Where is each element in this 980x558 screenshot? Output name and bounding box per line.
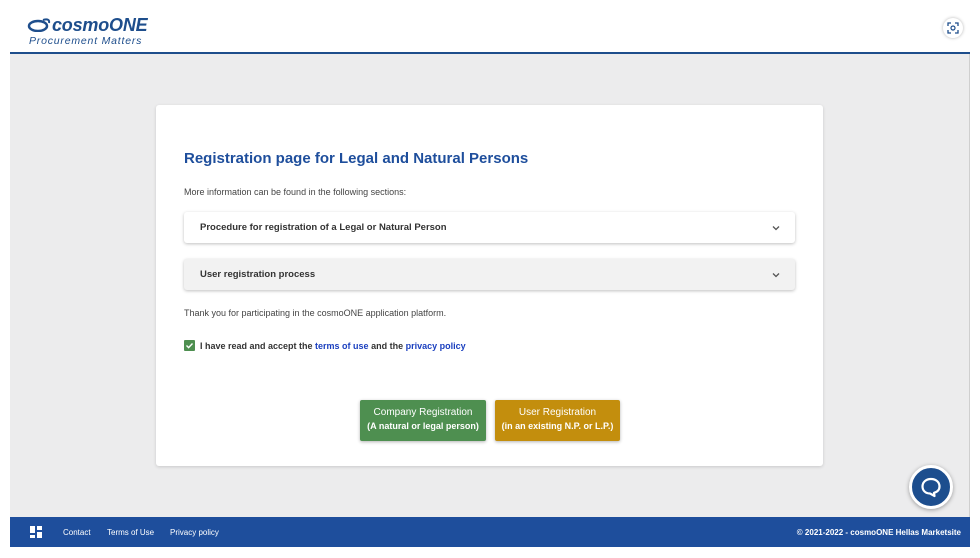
header: cosmoONE Procurement Matters xyxy=(10,9,970,54)
registration-card: Registration page for Legal and Natural … xyxy=(156,105,823,466)
footer-terms-link[interactable]: Terms of Use xyxy=(107,528,154,537)
thanks-text: Thank you for participating in the cosmo… xyxy=(184,308,447,318)
chat-button[interactable] xyxy=(909,465,953,509)
page-title: Registration page for Legal and Natural … xyxy=(184,150,529,167)
user-registration-button[interactable]: User Registration (in an existing N.P. o… xyxy=(495,400,620,441)
grid-icon[interactable] xyxy=(30,526,42,538)
terms-checkbox[interactable] xyxy=(184,340,195,351)
copyright-text: © 2021-2022 - cosmoONE Hellas Marketsite xyxy=(796,528,961,537)
chevron-down-icon xyxy=(772,273,780,278)
accordion-legal-natural-procedure[interactable]: Procedure for registration of a Legal or… xyxy=(184,212,795,243)
button-sublabel: (in an existing N.P. or L.P.) xyxy=(501,421,614,431)
footer: Contact Terms of Use Privacy policy © 20… xyxy=(10,517,970,547)
consent-text-middle: and the xyxy=(368,341,406,351)
button-label: User Registration xyxy=(518,407,597,418)
terms-of-use-link[interactable]: terms of use xyxy=(315,341,369,351)
company-registration-button[interactable]: Company Registration (A natural or legal… xyxy=(360,400,486,441)
button-sublabel: (A natural or legal person) xyxy=(367,421,479,431)
checkmark-icon xyxy=(186,343,194,349)
logo-tagline: Procurement Matters xyxy=(29,35,143,47)
chat-bubble-icon xyxy=(921,477,941,498)
cosmoone-logo[interactable]: cosmoONE Procurement Matters xyxy=(27,15,157,49)
privacy-policy-link[interactable]: privacy policy xyxy=(406,341,466,351)
logo-name: cosmoONE xyxy=(52,15,148,35)
logo-swoosh-icon xyxy=(27,18,51,32)
accordion-user-registration[interactable]: User registration process xyxy=(184,259,795,290)
footer-contact-link[interactable]: Contact xyxy=(63,528,91,537)
chevron-down-icon xyxy=(772,226,780,231)
footer-privacy-link[interactable]: Privacy policy xyxy=(170,528,219,537)
accordion-label: Procedure for registration of a Legal or… xyxy=(200,222,447,233)
focus-scan-button[interactable] xyxy=(943,18,963,38)
app-frame: cosmoONE Procurement Matters Registratio… xyxy=(10,9,970,547)
focus-scan-icon xyxy=(947,22,959,34)
consent-text-before: I have read and accept the xyxy=(200,341,316,351)
button-label: Company Registration xyxy=(373,407,473,418)
accordion-label: User registration process xyxy=(200,269,316,280)
intro-text: More information can be found in the fol… xyxy=(184,187,407,197)
